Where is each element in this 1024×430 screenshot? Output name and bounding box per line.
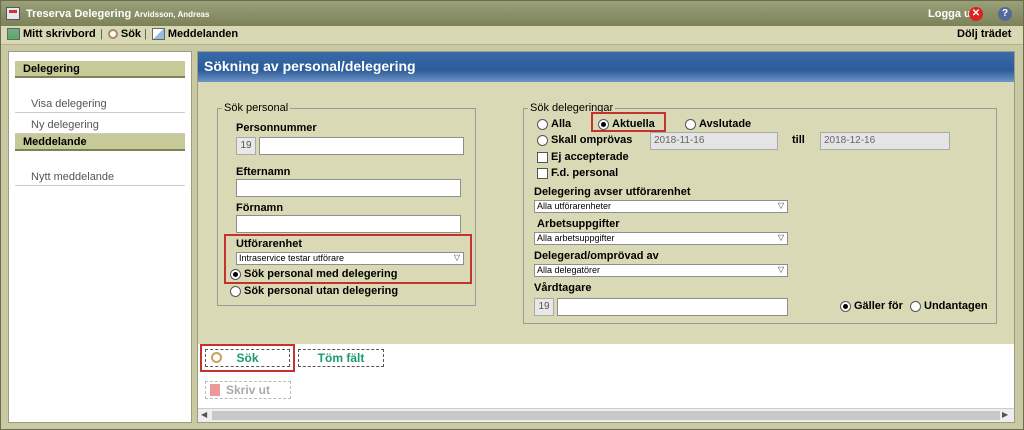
checkbox-fd-personal[interactable]	[537, 168, 548, 179]
search-icon	[107, 29, 118, 39]
radio-utan-delegering[interactable]	[230, 286, 241, 297]
radio-aktuella[interactable]	[598, 119, 609, 130]
avslutade-label: Avslutade	[699, 118, 752, 130]
date-from-input[interactable]: 2018-11-16	[650, 132, 778, 150]
app-title: Treserva Delegering Arvidsson, Andreas	[26, 8, 210, 20]
radio-galler-for[interactable]	[840, 301, 851, 312]
sidebar-item-visa-delegering[interactable]: Visa delegering	[15, 92, 185, 113]
hide-tree-link[interactable]: Dölj trädet	[957, 28, 1011, 40]
undantagen-label: Undantagen	[924, 300, 988, 312]
scroll-left-icon[interactable]: ◀	[201, 410, 207, 419]
utan-delegering-label: Sök personal utan delegering	[244, 285, 399, 297]
app-window: Treserva Delegering Arvidsson, Andreas Lo…	[0, 0, 1024, 430]
sok-personal-legend: Sök personal	[224, 102, 289, 114]
print-button[interactable]: Skriv ut	[205, 381, 291, 399]
print-button-label: Skriv ut	[225, 383, 270, 397]
efternamn-label: Efternamn	[236, 166, 291, 178]
user-name: Arvidsson, Andreas	[134, 10, 210, 19]
mitt-skrivbord-link[interactable]: Mitt skrivbord	[7, 28, 96, 40]
fd-personal-label: F.d. personal	[551, 167, 619, 179]
utforarenhet-deleg-value: Alla utförarenheter	[537, 201, 612, 211]
page-title: Sökning av personal/delegering	[198, 52, 1014, 82]
utforarenhet-select[interactable]: Intraservice testar utförare ▽	[236, 252, 464, 265]
search-button-label: Sök	[236, 351, 259, 365]
utforarenhet-deleg-label: Delegering avser utförarenhet	[534, 186, 691, 198]
radio-avslutade[interactable]	[685, 119, 696, 130]
vardtagare-prefix: 19	[534, 298, 554, 316]
arbetsuppgifter-label: Arbetsuppgifter	[537, 218, 620, 230]
med-delegering-label: Sök personal med delegering	[244, 268, 398, 280]
search-form: Sök personal Personnummer 19 Efternamn F…	[198, 82, 1014, 344]
title-bar: Treserva Delegering Arvidsson, Andreas Lo…	[1, 1, 1023, 26]
fornamn-label: Förnamn	[236, 202, 284, 214]
scrollbar-thumb[interactable]	[212, 411, 1000, 420]
chevron-down-icon: ▽	[777, 265, 784, 274]
sok-label: Sök	[120, 28, 142, 40]
horizontal-scrollbar[interactable]: ◀ ▶	[198, 408, 1014, 422]
chevron-down-icon: ▽	[777, 201, 784, 210]
fornamn-input[interactable]	[236, 215, 461, 233]
logout-link[interactable]: Logga ut	[928, 8, 974, 20]
personnummer-input[interactable]	[259, 137, 464, 155]
arbetsuppgifter-select[interactable]: Alla arbetsuppgifter ▽	[534, 232, 788, 245]
efternamn-input[interactable]	[236, 179, 461, 197]
sidebar: Delegering Visa delegering Ny delegering…	[8, 51, 192, 423]
meddelanden-label: Meddelanden	[167, 28, 239, 40]
till-label: till	[792, 134, 805, 146]
utforarenhet-deleg-select[interactable]: Alla utförarenheter ▽	[534, 200, 788, 213]
date-to-input[interactable]: 2018-12-16	[820, 132, 950, 150]
sidebar-item-nytt-meddelande[interactable]: Nytt meddelande	[15, 165, 185, 186]
delegerad-select[interactable]: Alla delegatörer ▽	[534, 264, 788, 277]
radio-med-delegering[interactable]	[230, 269, 241, 280]
radio-alla[interactable]	[537, 119, 548, 130]
vardtagare-input[interactable]	[557, 298, 788, 316]
chevron-down-icon: ▽	[453, 253, 460, 262]
sidebar-heading-meddelande: Meddelande	[15, 134, 185, 151]
close-icon[interactable]: ✕	[969, 7, 983, 21]
arbetsuppgifter-value: Alla arbetsuppgifter	[537, 233, 615, 243]
aktuella-label: Aktuella	[612, 118, 655, 130]
delegerad-label: Delegerad/omprövad av	[534, 250, 659, 262]
pdf-icon	[210, 384, 220, 396]
main-content: Sökning av personal/delegering Sök perso…	[197, 51, 1015, 423]
meddelanden-link[interactable]: | Meddelanden	[144, 28, 238, 40]
help-icon[interactable]: ?	[998, 7, 1012, 21]
personnummer-prefix: 19	[236, 137, 256, 155]
sidebar-heading-delegering: Delegering	[15, 61, 185, 78]
app-icon	[6, 7, 20, 20]
chevron-down-icon: ▽	[777, 233, 784, 242]
search-button[interactable]: Sök	[205, 349, 290, 367]
radio-undantagen[interactable]	[910, 301, 921, 312]
sidebar-item-ny-delegering[interactable]: Ny delegering	[15, 113, 185, 134]
sok-link[interactable]: | Sök	[100, 28, 141, 40]
scroll-right-icon[interactable]: ▶	[1002, 410, 1008, 419]
mitt-skrivbord-label: Mitt skrivbord	[23, 28, 96, 40]
ej-accepterade-label: Ej accepterade	[551, 151, 629, 163]
utforarenhet-value: Intraservice testar utförare	[239, 253, 345, 263]
clear-button[interactable]: Töm fält	[298, 349, 384, 367]
mail-icon	[151, 28, 165, 40]
toolbar: Mitt skrivbord | Sök | Meddelanden Dölj …	[1, 26, 1023, 45]
personnummer-label: Personnummer	[236, 122, 317, 134]
button-area: Sök Töm fält Skriv ut	[198, 344, 1014, 408]
utforarenhet-label: Utförarenhet	[236, 238, 303, 250]
alla-label: Alla	[551, 118, 572, 130]
galler-for-label: Gäller för	[854, 300, 903, 312]
vardtagare-label: Vårdtagare	[534, 282, 592, 294]
checkbox-ej-accepterade[interactable]	[537, 152, 548, 163]
radio-skall-omprovas[interactable]	[537, 135, 548, 146]
search-icon	[211, 352, 222, 363]
delegerad-value: Alla delegatörer	[537, 265, 601, 275]
desktop-icon	[7, 28, 20, 40]
skall-omprovas-label: Skall omprövas	[551, 134, 633, 146]
